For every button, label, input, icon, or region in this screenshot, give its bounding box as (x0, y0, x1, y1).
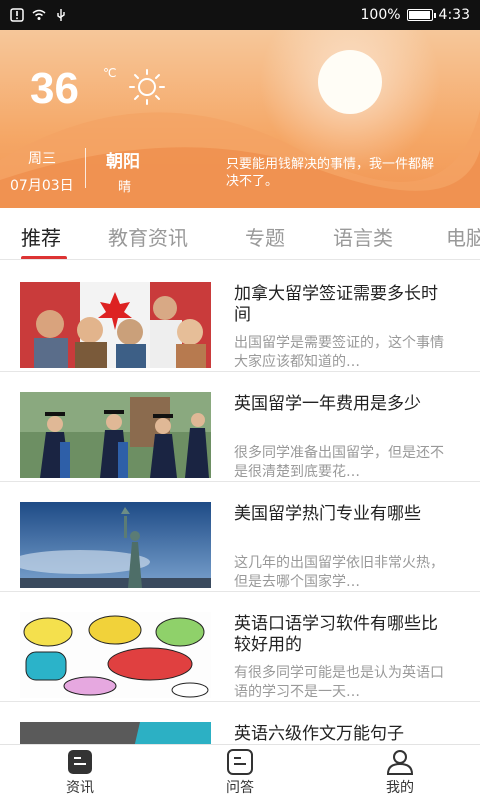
tab-recommend[interactable]: 推荐 (21, 222, 61, 251)
list-item[interactable]: 英语六级作文万能句子 (0, 702, 480, 744)
article-thumbnail (20, 392, 211, 478)
alert-icon (10, 8, 24, 22)
category-tabs: 推荐 教育资讯 专题 语言类 电脑 (0, 208, 480, 260)
nav-label: 问答 (226, 780, 254, 796)
article-title: 英语六级作文万能句子 (234, 724, 404, 744)
battery-percent: 100% (360, 7, 401, 23)
tab-computer[interactable]: 电脑 (446, 222, 480, 251)
weekday: 周三 (28, 151, 56, 167)
nav-label: 资讯 (66, 780, 94, 796)
article-summary: 很多同学准备出国留学，但是还不是很清楚到底要花… (234, 445, 444, 480)
article-list: 加拿大留学签证需要多长时间 出国留学是需要签证的，这个事情大家应该都知道的… 英… (0, 262, 480, 744)
battery-icon (406, 9, 436, 21)
article-thumbnail (20, 502, 211, 588)
article-thumbnail (20, 722, 211, 744)
bottom-navigation: 资讯 问答 我的 (0, 744, 480, 800)
clock: 4:33 (438, 7, 470, 23)
tab-language[interactable]: 语言类 (333, 222, 393, 251)
list-item[interactable]: 英国留学一年费用是多少 很多同学准备出国留学，但是还不是很清楚到底要花… (0, 372, 480, 482)
date: 07月03日 (10, 178, 74, 194)
article-title: 英语口语学习软件有哪些比较好用的 (234, 614, 438, 655)
temperature-unit: ℃ (103, 66, 117, 80)
profile-icon (386, 750, 414, 775)
nav-news[interactable]: 资讯 (40, 749, 120, 797)
tab-education-news[interactable]: 教育资讯 (108, 222, 188, 251)
nav-profile[interactable]: 我的 (360, 749, 440, 797)
weather-condition: 晴 (118, 180, 132, 195)
article-summary: 出国留学是需要签证的，这个事情大家应该都知道的… (234, 335, 444, 370)
article-thumbnail (20, 282, 211, 368)
article-title: 英国留学一年费用是多少 (234, 394, 421, 414)
nav-label: 我的 (386, 780, 414, 796)
usb-icon (57, 9, 65, 21)
city-name[interactable]: 朝阳 (106, 147, 140, 172)
article-title: 美国留学热门专业有哪些 (234, 504, 421, 524)
weather-header: 36 ℃ 周三 07月03日 朝阳 晴 只要能用钱解决的事情，我一件都解决不了。 (0, 30, 480, 208)
status-bar: 100% 4:33 (0, 0, 480, 30)
qa-icon (227, 749, 253, 775)
list-item[interactable]: 英语口语学习软件有哪些比较好用的 有很多同学可能是也是认为英语口语的学习不是一天… (0, 592, 480, 702)
list-item[interactable]: 美国留学热门专业有哪些 这几年的出国留学依旧非常火热，但是去哪个国家学… (0, 482, 480, 592)
divider (85, 148, 86, 188)
nav-qa[interactable]: 问答 (200, 749, 280, 797)
sun-graphic (318, 50, 382, 114)
tab-topics[interactable]: 专题 (245, 222, 285, 251)
article-title: 加拿大留学签证需要多长时间 (234, 284, 438, 325)
motto-text: 只要能用钱解决的事情，我一件都解决不了。 (226, 157, 435, 189)
sun-icon (129, 69, 165, 105)
status-icons-right: 100% 4:33 (361, 7, 470, 23)
list-item[interactable]: 加拿大留学签证需要多长时间 出国留学是需要签证的，这个事情大家应该都知道的… (0, 262, 480, 372)
temperature: 36 (30, 64, 79, 113)
article-thumbnail (20, 612, 211, 698)
active-tab-indicator (21, 256, 67, 259)
news-icon (68, 750, 92, 774)
wifi-icon (32, 9, 46, 20)
article-summary: 有很多同学可能是也是认为英语口语的学习不是一天… (234, 665, 444, 700)
article-summary: 这几年的出国留学依旧非常火热，但是去哪个国家学… (234, 555, 444, 590)
status-icons-left (10, 8, 68, 22)
